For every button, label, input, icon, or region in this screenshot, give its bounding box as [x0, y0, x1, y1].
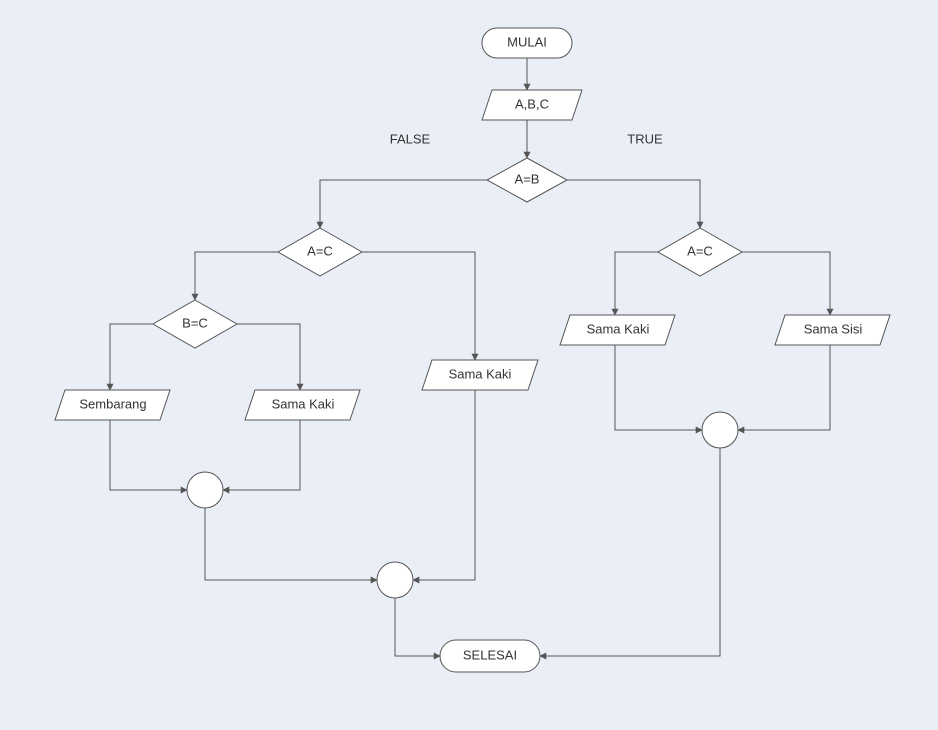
node-start: MULAI [482, 28, 572, 58]
edge [362, 252, 475, 360]
node-output-sembarang-label: Sembarang [79, 396, 146, 411]
node-connector-3 [702, 412, 738, 448]
node-output-samakaki-1: Sama Kaki [245, 390, 360, 420]
node-decision-ac-left: A=C [278, 228, 362, 276]
node-output-samasisi: Sama Sisi [775, 315, 890, 345]
node-output-samakaki-3-label: Sama Kaki [587, 321, 650, 336]
edge [738, 345, 830, 430]
edge [110, 324, 153, 390]
edge [615, 252, 658, 315]
node-decision-ab-label: A=B [515, 171, 540, 186]
node-output-sembarang: Sembarang [55, 390, 170, 420]
node-connector-2 [377, 562, 413, 598]
edge [223, 420, 300, 490]
edge [237, 324, 300, 390]
node-output-samakaki-3: Sama Kaki [560, 315, 675, 345]
branch-label-true: TRUE [627, 131, 663, 146]
edge [742, 252, 830, 315]
node-connector-1 [187, 472, 223, 508]
node-decision-bc: B=C [153, 300, 237, 348]
node-end: SELESAI [440, 640, 540, 672]
node-start-label: MULAI [507, 34, 547, 49]
flowchart-canvas: MULAI A,B,C FALSE TRUE A=B A=C A=C B=C [0, 0, 938, 730]
edge [413, 390, 475, 580]
node-input-label: A,B,C [515, 96, 549, 111]
node-output-samakaki-2: Sama Kaki [422, 360, 538, 390]
edge [540, 448, 720, 656]
edge [205, 508, 377, 580]
edge [395, 598, 440, 656]
node-end-label: SELESAI [463, 647, 517, 662]
branch-label-false: FALSE [390, 131, 431, 146]
node-decision-ac-left-label: A=C [307, 243, 333, 258]
node-decision-ac-right-label: A=C [687, 243, 713, 258]
node-output-samasisi-label: Sama Sisi [804, 321, 863, 336]
node-decision-ab: A=B [487, 158, 567, 202]
edge [195, 252, 278, 300]
edge [320, 180, 487, 228]
edge [615, 345, 702, 430]
node-decision-bc-label: B=C [182, 315, 208, 330]
node-output-samakaki-1-label: Sama Kaki [272, 396, 335, 411]
edge [110, 420, 187, 490]
edge [567, 180, 700, 228]
node-decision-ac-right: A=C [658, 228, 742, 276]
node-output-samakaki-2-label: Sama Kaki [449, 366, 512, 381]
node-input: A,B,C [482, 90, 582, 120]
